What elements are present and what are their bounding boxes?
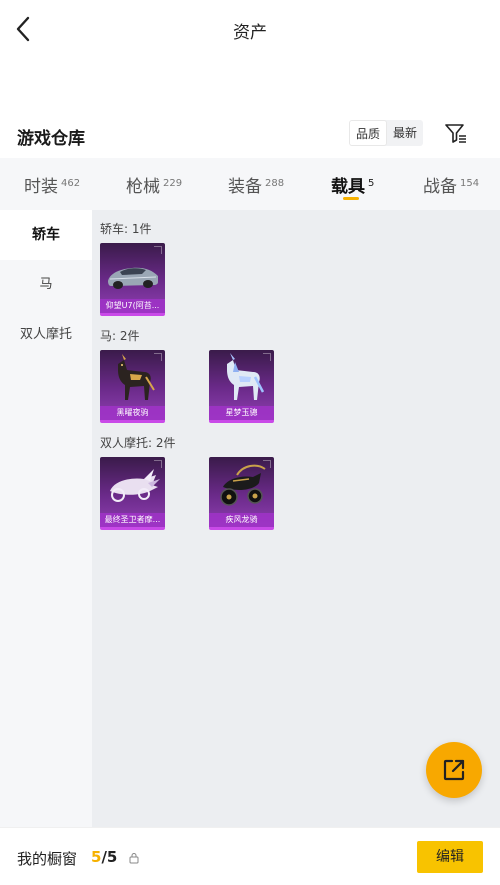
item-name: 最终圣卫者摩... [100,513,165,527]
share-fab-button[interactable] [426,742,482,798]
category-tabs: 时装 462 枪械 229 装备 288 载具 5 战备 154 [0,158,500,210]
sort-toggle: 品质 最新 [349,120,424,146]
section-title: 游戏仓库 [17,129,85,149]
item-card[interactable]: 黑曜夜驹 [100,350,165,423]
filter-icon [445,124,466,143]
tab-count: 288 [265,178,285,189]
subnav-item-sedan[interactable]: 轿车 [0,210,92,260]
tab-count: 462 [61,178,81,189]
showcase-label: 我的橱窗 [17,850,78,868]
card-corner-decoration [154,460,162,468]
bottom-bar: 我的橱窗 5/5 编辑 [0,827,500,885]
asset-page: 资产 游戏仓库 品质 最新 时装 462 枪械 229 装备 288 载具 5 战备 15… [0,0,500,885]
item-card[interactable]: 星梦玉骢 [209,350,274,423]
item-card[interactable]: 最终圣卫者摩... [100,457,165,530]
item-name: 星梦玉骢 [209,406,274,420]
tab-fashion[interactable]: 时装 462 [24,172,80,197]
item-name: 黑曜夜驹 [100,406,165,420]
tab-label: 载具 [331,177,365,197]
tab-count: 229 [163,178,183,189]
card-corner-decoration [263,353,271,361]
showcase-used: 5 [91,848,102,866]
edit-button[interactable]: 编辑 [417,841,483,873]
tab-count: 5 [368,178,375,189]
sort-quality-option[interactable]: 品质 [349,120,388,146]
vehicle-list: 轿车: 1件 仰望U7(阿苔... 马: 2件 黑曜夜驹 星梦玉骢 双人摩托: … [92,210,500,827]
tab-label: 战备 [423,177,457,197]
page-title: 资产 [233,23,267,43]
card-corner-decoration [263,460,271,468]
tab-combat-gear[interactable]: 战备 154 [423,172,479,197]
warehouse-header: 游戏仓库 品质 最新 [0,118,500,154]
group-label-motorcycle: 双人摩托: 2件 [100,436,176,450]
card-corner-decoration [154,246,162,254]
showcase-total: 5 [106,848,118,866]
card-corner-decoration [154,353,162,361]
lock-icon [129,852,139,864]
filter-button[interactable] [443,122,469,146]
sort-newest-option[interactable]: 最新 [387,120,423,146]
tab-label: 时装 [24,177,58,197]
top-bar: 资产 [0,0,500,60]
tab-vehicles[interactable]: 载具 5 [331,172,374,197]
tab-label: 枪械 [126,177,160,197]
item-name: 仰望U7(阿苔... [100,299,165,313]
item-name: 疾风龙骑 [209,513,274,527]
share-external-icon [443,759,465,781]
showcase-count: 5/5 [91,848,117,866]
subnav-item-motorcycle[interactable]: 双人摩托 [0,310,92,360]
active-tab-indicator [343,197,359,200]
subnav-item-horse[interactable]: 马 [0,260,92,310]
group-label-horse: 马: 2件 [100,329,140,343]
tab-label: 装备 [228,177,262,197]
tab-firearms[interactable]: 枪械 229 [126,172,182,197]
item-card[interactable]: 疾风龙骑 [209,457,274,530]
tab-count: 154 [460,178,480,189]
group-label-sedan: 轿车: 1件 [100,222,152,236]
tab-equipment[interactable]: 装备 288 [228,172,284,197]
vehicle-subnav: 轿车 马 双人摩托 [0,210,92,827]
item-card[interactable]: 仰望U7(阿苔... [100,243,165,316]
